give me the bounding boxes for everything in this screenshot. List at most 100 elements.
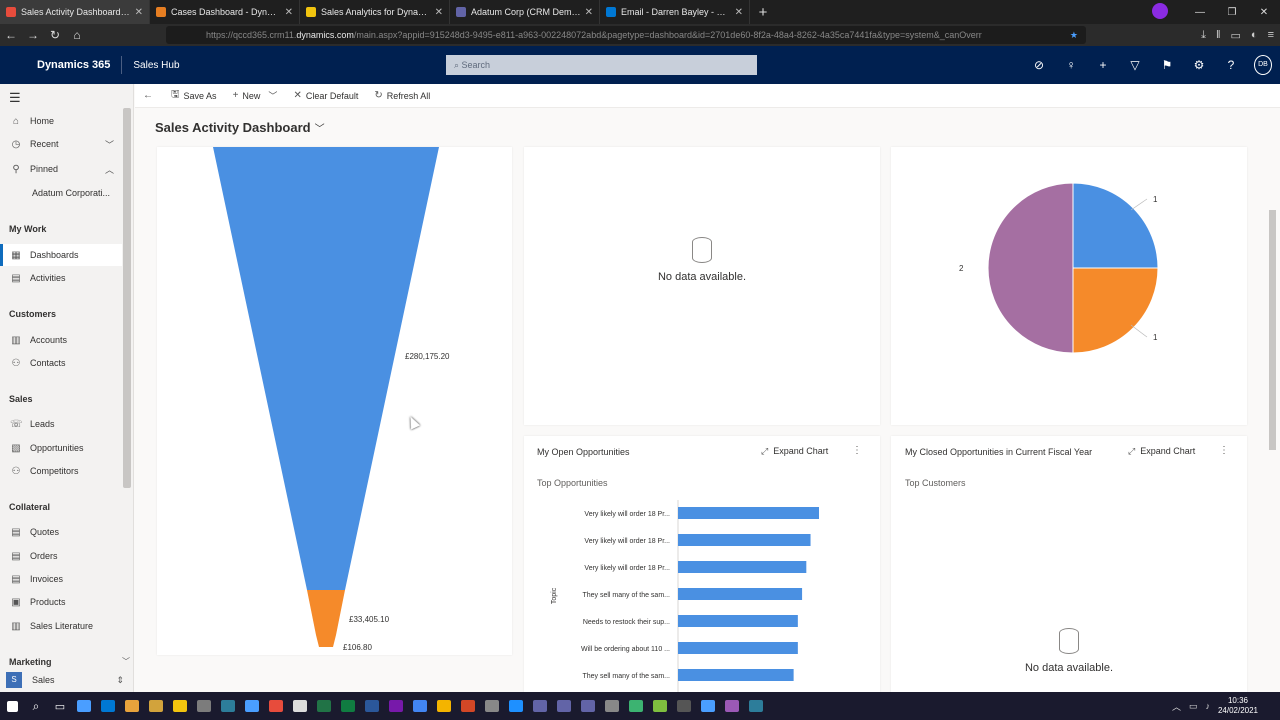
bar[interactable]: [678, 588, 803, 600]
sidebar-item-opportunities[interactable]: ▧ Opportunities: [0, 437, 122, 459]
insights-icon[interactable]: ⚑: [1158, 58, 1176, 72]
sidebar-item-activities[interactable]: ▤ Activities: [0, 267, 122, 289]
taskbar-app-icon[interactable]: [384, 692, 408, 720]
dashboard-title[interactable]: Sales Activity Dashboard ﹀: [155, 120, 325, 135]
sidebar-item-recent[interactable]: ◷ Recent ﹀: [0, 133, 122, 155]
taskbar-app-icon[interactable]: [480, 692, 504, 720]
refresh-all-button[interactable]: ↻ Refresh All: [374, 90, 430, 101]
bar[interactable]: [678, 642, 798, 654]
taskbar-app-icon[interactable]: [144, 692, 168, 720]
forward-icon[interactable]: →: [22, 28, 44, 42]
taskbar-app-icon[interactable]: [672, 692, 696, 720]
taskbar-app-icon[interactable]: [744, 692, 768, 720]
new-button[interactable]: + New ﹀: [233, 89, 278, 102]
global-search-input[interactable]: ⌕ Search: [446, 55, 757, 75]
profile-icon[interactable]: [1152, 2, 1184, 22]
more-options-icon[interactable]: ⋮: [1219, 445, 1229, 456]
sidebar-item-pinned[interactable]: ⚲ Pinned ︿: [0, 158, 122, 180]
bar[interactable]: [678, 534, 811, 546]
sidebar-item-contacts[interactable]: ⚇ Contacts: [0, 352, 122, 374]
sidebar-item-home[interactable]: ⌂ Home: [0, 110, 122, 132]
pie-slice[interactable]: [1072, 182, 1159, 269]
expand-chart-button[interactable]: ⤢ Expand Chart: [761, 446, 828, 457]
settings-gear-icon[interactable]: ⚙: [1190, 58, 1208, 72]
taskbar-app-icon[interactable]: [720, 692, 744, 720]
bar[interactable]: [678, 669, 794, 681]
taskbar-app-icon[interactable]: [216, 692, 240, 720]
sidebar-item-invoices[interactable]: ▤ Invoices: [0, 568, 122, 590]
taskbar-app-icon[interactable]: [120, 692, 144, 720]
sidebar-item-dashboards[interactable]: ▦ Dashboards: [0, 244, 122, 266]
minimize-icon[interactable]: —: [1184, 7, 1216, 18]
clear-default-button[interactable]: ✕ Clear Default: [293, 90, 358, 101]
library-icon[interactable]: ‖: [1216, 29, 1221, 41]
taskbar-app-icon[interactable]: [72, 692, 96, 720]
windows-start-icon[interactable]: [0, 692, 24, 720]
sidebar-item-accounts[interactable]: ▥ Accounts: [0, 329, 122, 351]
scrollbar-thumb[interactable]: [1269, 210, 1276, 450]
taskbar-app-icon[interactable]: [504, 692, 528, 720]
taskbar-app-icon[interactable]: [408, 692, 432, 720]
lightbulb-icon[interactable]: ♀: [1062, 58, 1080, 72]
help-icon[interactable]: ?: [1222, 58, 1240, 72]
network-icon[interactable]: ▭: [1189, 701, 1198, 712]
volume-icon[interactable]: ♪: [1206, 701, 1211, 711]
tab-close-icon[interactable]: ✕: [735, 7, 743, 18]
taskbar-app-icon[interactable]: [432, 692, 456, 720]
user-avatar[interactable]: DB: [1254, 55, 1272, 75]
sidebar-item-products[interactable]: ▣ Products: [0, 591, 122, 613]
taskbar-app-icon[interactable]: [336, 692, 360, 720]
pinned-item-adatum[interactable]: Adatum Corporati...: [32, 188, 110, 198]
sidebar-item-orders[interactable]: ▤ Orders: [0, 545, 122, 567]
chevron-down-icon[interactable]: ﹀: [122, 656, 130, 667]
taskbar-app-icon[interactable]: [528, 692, 552, 720]
home-icon[interactable]: ⌂: [66, 28, 88, 42]
area-switcher[interactable]: S Sales ⇕: [0, 669, 133, 691]
tab-close-icon[interactable]: ✕: [585, 7, 593, 18]
funnel-segment[interactable]: [307, 590, 345, 635]
hub-name[interactable]: Sales Hub: [133, 60, 179, 71]
sidebar-item-competitors[interactable]: ⚇ Competitors: [0, 460, 122, 482]
sidebar-item-leads[interactable]: ☏ Leads: [0, 413, 122, 435]
taskbar-app-icon[interactable]: [624, 692, 648, 720]
menu-icon[interactable]: ≡: [1268, 29, 1274, 41]
assistant-icon[interactable]: ⊘: [1030, 58, 1048, 72]
taskbar-app-icon[interactable]: [456, 692, 480, 720]
taskbar-app-icon[interactable]: [240, 692, 264, 720]
taskbar-app-icon[interactable]: [648, 692, 672, 720]
bookmark-star-icon[interactable]: ★: [1070, 26, 1078, 44]
browser-tab[interactable]: Cases Dashboard - Dynamics 3 ✕: [150, 0, 300, 24]
more-options-icon[interactable]: ⋮: [852, 445, 862, 456]
taskbar-app-icon[interactable]: [576, 692, 600, 720]
tab-close-icon[interactable]: ✕: [435, 7, 443, 18]
expand-chart-button[interactable]: ⤢ Expand Chart: [1128, 446, 1195, 457]
sidebar-item-quotes[interactable]: ▤ Quotes: [0, 521, 122, 543]
task-view-icon[interactable]: ▭: [48, 692, 72, 720]
sidebar-scrollbar[interactable]: [123, 108, 131, 488]
browser-tab[interactable]: Email - Darren Bayley - Outlook ✕: [600, 0, 750, 24]
taskbar-app-icon[interactable]: [696, 692, 720, 720]
taskbar-app-icon[interactable]: [264, 692, 288, 720]
browser-tab[interactable]: Sales Activity Dashboard - Dyn ✕: [0, 0, 150, 24]
taskbar-app-icon[interactable]: [600, 692, 624, 720]
bar[interactable]: [678, 561, 807, 573]
sidebar-icon[interactable]: ▭: [1231, 29, 1241, 42]
reload-icon[interactable]: ↻: [44, 28, 66, 42]
taskbar-app-icon[interactable]: [312, 692, 336, 720]
chevron-down-icon[interactable]: ﹀: [268, 89, 277, 102]
search-icon[interactable]: ⌕: [24, 692, 48, 720]
address-bar[interactable]: https://qccd365.crm11.dynamics.com/main.…: [166, 26, 1086, 44]
bar[interactable]: [678, 507, 819, 519]
close-window-icon[interactable]: ✕: [1248, 7, 1280, 18]
app-name[interactable]: Dynamics 365: [37, 59, 110, 71]
plus-icon[interactable]: +: [1094, 58, 1112, 72]
chevron-up-icon[interactable]: ︿: [1172, 700, 1181, 713]
new-tab-button[interactable]: +: [750, 4, 776, 21]
extensions-icon[interactable]: ◐: [1251, 29, 1258, 41]
taskbar-app-icon[interactable]: [168, 692, 192, 720]
bar[interactable]: [678, 615, 798, 627]
main-scrollbar[interactable]: [1268, 150, 1276, 687]
tab-close-icon[interactable]: ✕: [285, 7, 293, 18]
tab-close-icon[interactable]: ✕: [135, 7, 143, 18]
download-icon[interactable]: ⤓: [1201, 29, 1206, 42]
